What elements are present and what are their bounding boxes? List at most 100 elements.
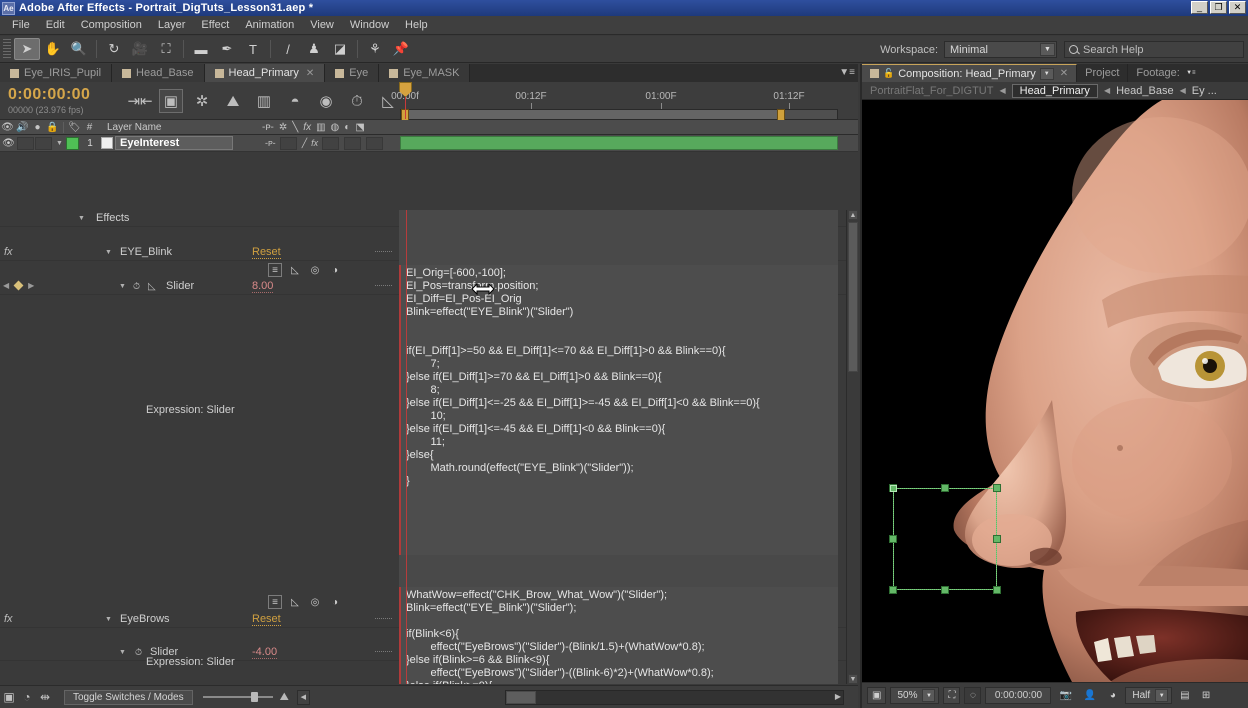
scroll-down-icon[interactable]: ▼ xyxy=(848,674,858,684)
menu-item-layer[interactable]: Layer xyxy=(150,17,194,33)
menu-item-composition[interactable]: Composition xyxy=(73,17,150,33)
breadcrumb-item-head-primary[interactable]: Head_Primary xyxy=(1011,83,1098,98)
always-preview-icon[interactable]: ▣ xyxy=(867,687,887,704)
property-value[interactable]: -4.00 xyxy=(252,646,278,659)
type-tool-icon[interactable]: T xyxy=(240,38,266,60)
breadcrumb-item-eye[interactable]: Ey ... xyxy=(1192,85,1217,97)
layer-expand-triangle-icon[interactable]: ▼ xyxy=(53,140,66,147)
vertical-scroll-thumb[interactable] xyxy=(848,222,858,372)
tab-head_primary[interactable]: Head_Primary ✕ xyxy=(204,64,326,82)
tab-eye_mask[interactable]: Eye_MASK xyxy=(379,64,471,82)
layer-switches-icon[interactable]: ◔ xyxy=(18,690,36,704)
hand-tool-icon[interactable]: ✋ xyxy=(40,38,66,60)
zoom-level-select[interactable]: 50% ▼ xyxy=(890,687,940,704)
table-row[interactable]: 👁 ▼ 1 EyeInterest -ᴘ- ╱ fx xyxy=(0,135,858,152)
quality-switch-icon[interactable]: ╲ xyxy=(292,122,298,133)
selection-tool-icon[interactable]: ➤ xyxy=(14,38,40,60)
search-layers-icon[interactable]: ⇥⇤ xyxy=(127,89,152,113)
chevron-down-icon[interactable]: ▼ xyxy=(922,689,936,702)
chevron-down-icon[interactable]: ▼ xyxy=(1040,43,1055,56)
timeline-panel-menu-icon[interactable]: ▼≡ xyxy=(839,67,855,78)
chevron-down-icon[interactable]: ▼ xyxy=(105,616,112,623)
pan-behind-tool-icon[interactable]: ⛶ xyxy=(153,38,179,60)
timeline-zoom-slider[interactable] xyxy=(202,692,273,702)
breadcrumb-item-portraitflat[interactable]: PortraitFlat_For_DIGTUT xyxy=(870,85,993,97)
next-keyframe-icon[interactable]: ▶ xyxy=(28,281,34,290)
layer-adjustment-cell[interactable] xyxy=(366,136,384,150)
layer-eye-icon[interactable]: 👁 xyxy=(0,138,17,149)
expression-language-menu-icon[interactable]: ◑ xyxy=(328,595,342,609)
expression-editor-eyebrows[interactable]: WhatWow=effect("CHK_Brow_What_Wow")("Sli… xyxy=(399,587,838,684)
layer-duration-bar[interactable] xyxy=(400,136,838,150)
layer-name-field[interactable]: EyeInterest xyxy=(115,136,233,150)
resolution-select[interactable]: Half ▼ xyxy=(1125,687,1173,704)
auto-keyframe-icon[interactable]: ⏱ xyxy=(345,89,369,113)
zoom-slider-knob[interactable] xyxy=(250,692,258,702)
camera-tool-icon[interactable]: 🎥 xyxy=(127,38,153,60)
minimize-button[interactable]: _ xyxy=(1191,1,1208,14)
workspace-select[interactable]: Minimal ▼ xyxy=(944,41,1057,58)
three-d-switch-icon[interactable]: ⬔ xyxy=(355,122,364,133)
expression-pickwhip-icon[interactable]: ◎ xyxy=(308,595,322,609)
label-color-icon[interactable]: 🏷 xyxy=(67,122,82,133)
reset-link[interactable]: Reset xyxy=(252,613,281,626)
layer-solo-cell[interactable] xyxy=(35,136,52,150)
tab-project[interactable]: Project xyxy=(1077,64,1129,82)
keyframe-navigator[interactable]: ◀ ▶ xyxy=(3,280,34,291)
expression-graph-icon[interactable]: ◺ xyxy=(288,263,302,277)
clone-stamp-tool-icon[interactable]: ♟ xyxy=(301,38,327,60)
shape-tool-icon[interactable]: ▬ xyxy=(188,38,214,60)
transparency-grid-icon[interactable]: ◌ xyxy=(964,687,982,704)
lock-icon[interactable]: 🔓 xyxy=(883,68,894,79)
layer-label-color[interactable] xyxy=(66,136,79,150)
timeline-vertical-scrollbar[interactable]: ▲ ▼ xyxy=(846,210,858,684)
close-button[interactable]: ✕ xyxy=(1229,1,1246,14)
frame-blend-switch-icon[interactable]: ▥ xyxy=(316,122,325,133)
menu-item-window[interactable]: Window xyxy=(342,17,397,33)
menu-item-effect[interactable]: Effect xyxy=(193,17,237,33)
composition-mini-flowchart-icon[interactable]: ▣ xyxy=(159,89,183,113)
current-time-indicator[interactable] xyxy=(399,82,412,119)
selection-handle-top-center[interactable] xyxy=(941,484,949,492)
search-help-input[interactable]: Search Help xyxy=(1064,41,1244,58)
puppet-pin-tool-icon[interactable]: 📌 xyxy=(388,38,414,60)
breadcrumb-item-head-base[interactable]: Head_Base xyxy=(1116,85,1174,97)
expression-enable-icon[interactable]: ≡ xyxy=(268,595,282,609)
zoom-tool-icon[interactable]: 🔍 xyxy=(66,38,92,60)
show-snapshot-icon[interactable]: 👤 xyxy=(1080,687,1100,704)
motion-blur-icon[interactable]: ◓ xyxy=(283,89,307,113)
selection-handle-bottom-right[interactable] xyxy=(993,586,1001,594)
selection-handle-bottom-left[interactable] xyxy=(889,586,897,594)
eye-visibility-icon[interactable]: 👁 xyxy=(0,122,15,133)
timeline-horizontal-scrollbar[interactable]: ▶ xyxy=(505,689,844,705)
tab-eye[interactable]: Eye xyxy=(325,64,380,82)
layer-motionblur-cell[interactable] xyxy=(344,136,362,150)
chevron-down-icon[interactable]: ▼ xyxy=(1155,689,1169,702)
tab-composition[interactable]: 🔓 Composition: Head_Primary ▼ ✕ xyxy=(862,64,1078,82)
expression-graph-small-icon[interactable]: ◺ xyxy=(148,281,156,292)
selection-handle-top-right[interactable] xyxy=(993,484,1001,492)
take-snapshot-icon[interactable]: 📷 xyxy=(1055,687,1075,704)
expression-language-menu-icon[interactable]: ◑ xyxy=(328,263,342,277)
anchor-point-icon[interactable] xyxy=(890,485,897,492)
menu-item-file[interactable]: File xyxy=(4,17,38,33)
menu-item-view[interactable]: View xyxy=(302,17,342,33)
selection-handle-bottom-center[interactable] xyxy=(941,586,949,594)
property-value[interactable]: 8.00 xyxy=(252,280,274,293)
selection-handle-middle-right[interactable] xyxy=(993,535,1001,543)
chevron-down-icon[interactable]: ▼ xyxy=(105,249,112,256)
layer-quality-icon[interactable]: ╱ xyxy=(302,138,307,149)
effects-switch-icon[interactable]: fx xyxy=(303,122,311,133)
shy-switch-icon[interactable]: -ᴘ- xyxy=(262,122,274,133)
hide-shy-layers-icon[interactable]: ⛰ xyxy=(221,89,245,113)
adjustment-switch-icon[interactable]: ◐ xyxy=(344,122,350,133)
expression-enable-icon[interactable]: ≡ xyxy=(268,263,282,277)
panel-menu-icon[interactable]: ▼≡ xyxy=(1184,67,1198,79)
close-icon[interactable]: ✕ xyxy=(1060,68,1068,79)
brainstorm-icon[interactable]: ◉ xyxy=(314,89,338,113)
eraser-tool-icon[interactable]: ◪ xyxy=(327,38,353,60)
tab-head_base[interactable]: Head_Base xyxy=(112,64,205,82)
layer-collapse-cell[interactable] xyxy=(279,136,297,150)
timeline-grid-icon[interactable]: ⊞ xyxy=(1198,687,1215,704)
tab-footage[interactable]: Footage: ▼≡ xyxy=(1128,64,1205,82)
